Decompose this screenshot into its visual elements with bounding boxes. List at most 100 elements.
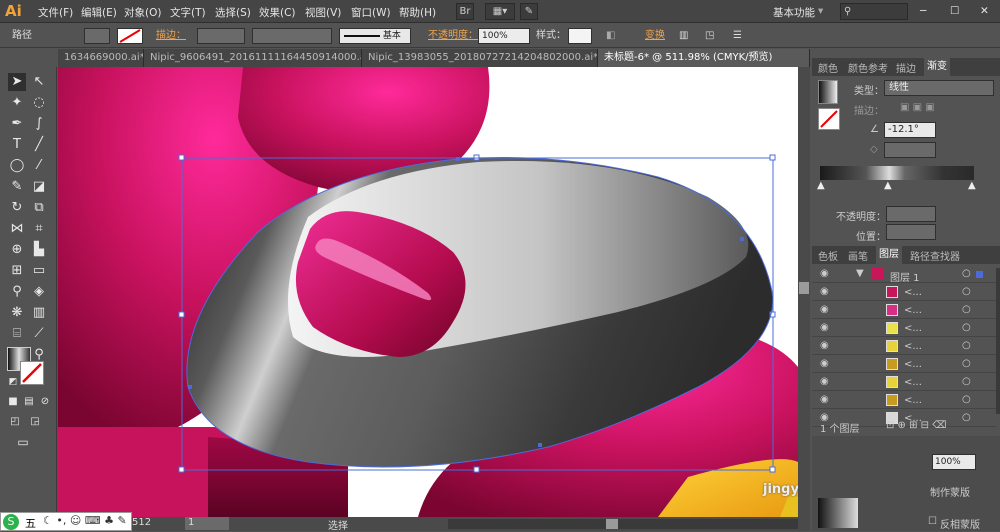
width-tool-icon[interactable]: ⋈: [8, 220, 26, 238]
tab-gradient[interactable]: 渐变: [924, 58, 950, 76]
blend-tool-icon[interactable]: ◈: [30, 283, 48, 301]
tab-document-active[interactable]: 未标题-6* @ 511.98% (CMYK/预览): [598, 49, 810, 67]
stroke-label[interactable]: 描边：: [156, 28, 186, 44]
ellipse-tool-icon[interactable]: ◯: [8, 157, 26, 175]
tab-document-2[interactable]: Nipic_9606491_20161111164450914000.ai*: [144, 49, 362, 67]
artboard-tool-icon[interactable]: ⌸: [8, 325, 26, 343]
workspace-switcher[interactable]: 基本功能: [773, 5, 815, 20]
target-circle-icon[interactable]: ○: [962, 268, 971, 279]
eyedropper-tool-icon[interactable]: ⚲: [8, 283, 26, 301]
mesh-tool-icon[interactable]: ⊞: [8, 262, 26, 280]
fill-swatch[interactable]: [84, 28, 110, 44]
draw-mode-icon[interactable]: ◰: [6, 413, 24, 431]
menu-select[interactable]: 选择(S): [215, 5, 251, 20]
panel-menu-icon[interactable]: ☰: [733, 28, 742, 44]
visibility-eye-icon[interactable]: ◉: [820, 268, 829, 279]
draw-inside-icon[interactable]: ◲: [26, 413, 44, 431]
visibility-eye-icon[interactable]: ◉: [820, 340, 829, 351]
target-circle-icon[interactable]: ○: [962, 304, 971, 315]
maximize-icon[interactable]: ☐: [950, 5, 959, 17]
sublayer-row[interactable]: ◉ <... ○: [812, 284, 996, 301]
magic-wand-tool-icon[interactable]: ✦: [8, 94, 26, 112]
target-circle-icon[interactable]: ○: [962, 322, 971, 333]
menu-window[interactable]: 窗口(W): [351, 5, 391, 20]
sublayer-row[interactable]: ◉ <... ○: [812, 356, 996, 373]
ime-logo-icon[interactable]: S: [3, 514, 19, 530]
tab-layers[interactable]: 图层: [876, 246, 902, 264]
eraser-tool-icon[interactable]: ◪: [30, 178, 48, 196]
stroke-swatch[interactable]: [117, 28, 143, 44]
opacity-label[interactable]: 不透明度：: [428, 28, 478, 44]
gpu-icon[interactable]: ✎: [520, 3, 538, 20]
target-circle-icon[interactable]: ○: [962, 340, 971, 351]
gradient-thumbnail[interactable]: [818, 80, 838, 104]
symbol-sprayer-tool-icon[interactable]: ❋: [8, 304, 26, 322]
brush-definition[interactable]: 基本: [339, 28, 411, 44]
gradient-opacity-field[interactable]: [886, 206, 936, 222]
menu-file[interactable]: 文件(F): [38, 5, 73, 20]
visibility-eye-icon[interactable]: ◉: [820, 394, 829, 405]
tab-document-3[interactable]: Nipic_13983055_20180727214204802000.ai*: [362, 49, 598, 67]
isolate-icon[interactable]: ◳: [705, 28, 714, 44]
slice-tool-icon[interactable]: ⟋: [30, 325, 48, 343]
tab-document-1[interactable]: 1634669000.ai*: [58, 49, 144, 67]
vertical-scrollbar[interactable]: [798, 67, 810, 517]
tab-color-guide[interactable]: 颜色参考: [848, 60, 888, 75]
layer-row[interactable]: ◉ ▼ 图层 1 ○: [812, 266, 996, 284]
pencil-tool-icon[interactable]: ✎: [8, 178, 26, 196]
target-circle-icon[interactable]: ○: [962, 358, 971, 369]
gradient-slider[interactable]: [820, 166, 974, 180]
tab-swatches[interactable]: 色板: [818, 248, 838, 263]
tab-pathfinder[interactable]: 路径查找器: [910, 248, 960, 263]
visibility-eye-icon[interactable]: ◉: [820, 376, 829, 387]
sublayer-row[interactable]: ◉ <... ○: [812, 374, 996, 391]
menu-type[interactable]: 文字(T): [170, 5, 206, 20]
menu-edit[interactable]: 编辑(E): [81, 5, 117, 20]
variable-width-profile[interactable]: [252, 28, 332, 44]
scroll-thumb[interactable]: [799, 282, 809, 294]
sublayer-row[interactable]: ◉ <... ○: [812, 392, 996, 409]
color-stop-mid[interactable]: ▲: [884, 180, 892, 191]
recolor-icon[interactable]: ◧: [606, 28, 615, 44]
target-circle-icon[interactable]: ○: [962, 412, 971, 423]
transparency-opacity-field[interactable]: 100%: [932, 454, 976, 470]
transform-link[interactable]: 变换: [645, 28, 665, 44]
perspective-grid-tool-icon[interactable]: ▙: [30, 241, 48, 259]
stroke-gradient-options-icon[interactable]: ▣ ▣ ▣: [900, 102, 935, 113]
target-circle-icon[interactable]: ○: [962, 286, 971, 297]
lasso-tool-icon[interactable]: ◌: [30, 94, 48, 112]
ime-mode-label[interactable]: 五: [25, 515, 36, 531]
gradient-stroke-swatch[interactable]: [818, 108, 840, 130]
tab-color[interactable]: 颜色: [818, 60, 838, 75]
visibility-eye-icon[interactable]: ◉: [820, 304, 829, 315]
screen-mode-icon[interactable]: ▭: [14, 433, 32, 451]
sublayer-row[interactable]: ◉ <... ○: [812, 320, 996, 337]
align-icon[interactable]: ▥: [679, 28, 688, 44]
page-number-field[interactable]: 1: [185, 517, 229, 530]
line-tool-icon[interactable]: ╱: [30, 136, 48, 154]
shape-builder-tool-icon[interactable]: ⊕: [8, 241, 26, 259]
menu-effect[interactable]: 效果(C): [259, 5, 296, 20]
type-tool-icon[interactable]: T: [8, 136, 26, 154]
layers-scrollbar[interactable]: [996, 268, 1000, 414]
tab-brushes[interactable]: 画笔: [848, 248, 868, 263]
visibility-eye-icon[interactable]: ◉: [820, 322, 829, 333]
close-icon[interactable]: ✕: [980, 5, 989, 17]
direct-selection-tool-icon[interactable]: ↖: [30, 73, 48, 91]
pen-tool-icon[interactable]: ✒: [8, 115, 26, 133]
minimize-icon[interactable]: ─: [920, 5, 926, 17]
selection-tool-icon[interactable]: ➤: [8, 73, 26, 91]
target-circle-icon[interactable]: ○: [962, 376, 971, 387]
layer-action-icons[interactable]: ⊡ ⊕ ⊞ ⊟ ⌫: [886, 420, 946, 431]
h-scroll-thumb[interactable]: [606, 519, 618, 529]
selection-indicator[interactable]: [976, 271, 983, 278]
arrange-documents-button[interactable]: ▦▾: [485, 3, 515, 20]
graphic-style-swatch[interactable]: [568, 28, 592, 44]
target-circle-icon[interactable]: ○: [962, 394, 971, 405]
menu-view[interactable]: 视图(V): [305, 5, 341, 20]
visibility-eye-icon[interactable]: ◉: [820, 358, 829, 369]
angle-field[interactable]: -12.1°: [884, 122, 936, 138]
tab-stroke[interactable]: 描边: [896, 60, 916, 75]
gradient-tool-icon[interactable]: ▭: [30, 262, 48, 280]
gradient-location-field[interactable]: [886, 224, 936, 240]
